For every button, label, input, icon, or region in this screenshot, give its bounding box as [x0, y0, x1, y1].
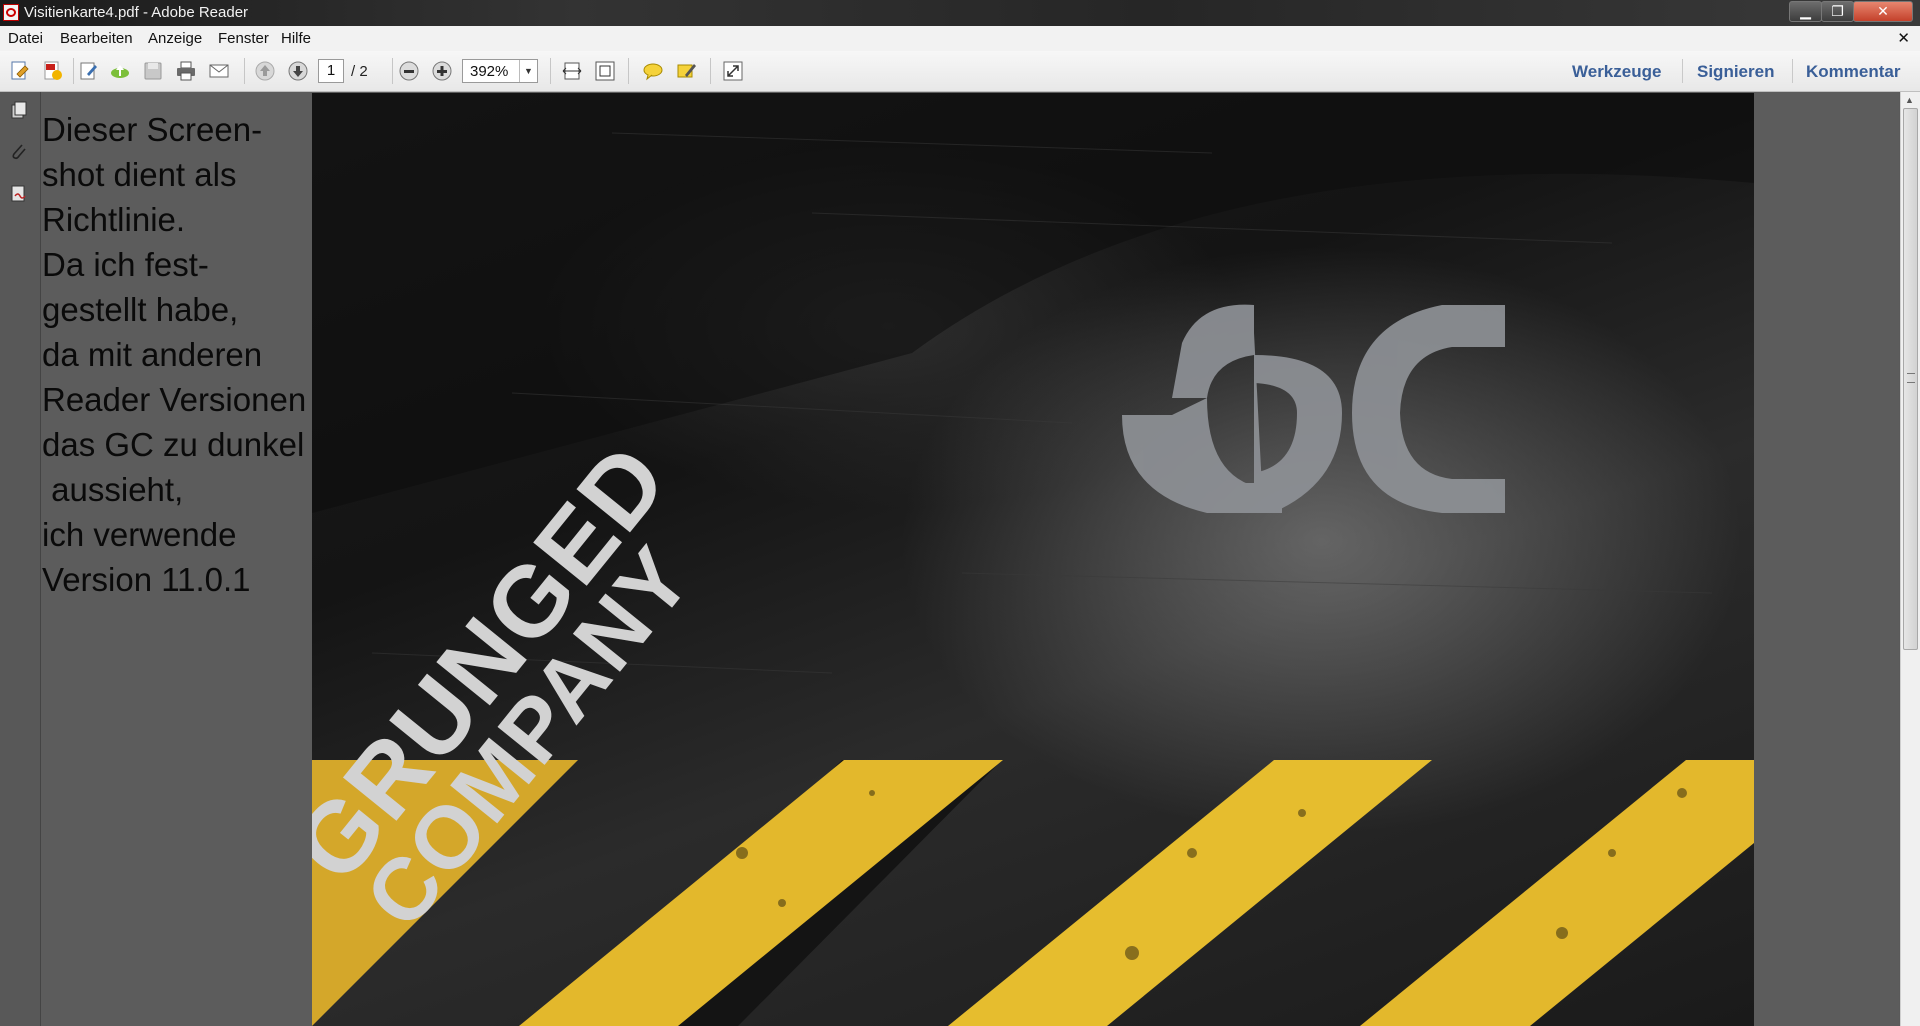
print-icon[interactable] — [175, 60, 197, 82]
note-line: Reader Versionen — [42, 381, 307, 418]
edit-pdf-icon[interactable] — [78, 60, 100, 82]
toolbar-separator — [392, 58, 393, 84]
toolbar-separator — [710, 58, 711, 84]
fit-width-icon[interactable] — [561, 60, 583, 82]
note-line: shot dient als — [42, 156, 237, 193]
create-pdf-icon[interactable] — [9, 60, 31, 82]
email-icon[interactable] — [208, 60, 230, 82]
note-line: Richtlinie. — [42, 201, 186, 238]
scroll-thumb[interactable] — [1903, 108, 1918, 650]
note-line: da mit anderen — [42, 336, 263, 373]
menu-hilfe[interactable]: Hilfe — [281, 30, 311, 47]
menu-bar: Datei Bearbeiten Anzeige Fenster Hilfe ✕ — [0, 26, 1920, 52]
sign-link[interactable]: Signieren — [1697, 62, 1774, 82]
previous-page-icon[interactable] — [254, 60, 276, 82]
toolbar-separator — [73, 58, 74, 84]
note-line: Da ich fest- — [42, 246, 209, 283]
toolbar-separator — [1792, 59, 1793, 83]
vertical-scrollbar[interactable]: ▲ — [1900, 92, 1920, 1026]
close-window-button[interactable]: ✕ — [1853, 1, 1913, 22]
toolbar-separator — [1682, 59, 1683, 83]
menu-datei[interactable]: Datei — [8, 30, 43, 47]
tools-link[interactable]: Werkzeuge — [1572, 62, 1661, 82]
save-icon[interactable] — [142, 60, 164, 82]
hazard-stripe — [948, 760, 1432, 1026]
expand-icon[interactable] — [722, 60, 744, 82]
note-line: aussieht, — [42, 471, 184, 508]
close-document-button[interactable]: ✕ — [1897, 29, 1910, 47]
gc-logo — [1122, 304, 1505, 513]
comment-icon[interactable] — [642, 60, 664, 82]
menu-bearbeiten[interactable]: Bearbeiten — [60, 30, 133, 47]
page-number-input[interactable]: 1 — [318, 59, 344, 83]
toolbar-separator — [550, 58, 551, 84]
scroll-up-icon[interactable]: ▲ — [1905, 95, 1914, 105]
minimize-button[interactable]: ▁ — [1789, 1, 1822, 22]
comment-link[interactable]: Kommentar — [1806, 62, 1900, 82]
navigation-pane — [0, 92, 41, 1026]
window-title: Visitienkarte4.pdf - Adobe Reader — [24, 4, 249, 21]
create-pdf-file-icon[interactable] — [42, 60, 64, 82]
zoom-select[interactable]: 392% ▼ — [462, 59, 538, 83]
toolbar-separator — [244, 58, 245, 84]
zoom-out-icon[interactable] — [398, 60, 420, 82]
hazard-stripe — [1360, 760, 1754, 1026]
note-line: Version 11.0.1 — [42, 561, 251, 598]
adobe-reader-icon — [3, 4, 19, 21]
zoom-value: 392% — [470, 63, 509, 80]
scroll-grip-icon — [1907, 373, 1915, 383]
toolbar-separator — [628, 58, 629, 84]
page-total: / 2 — [351, 63, 368, 80]
menu-anzeige[interactable]: Anzeige — [148, 30, 202, 47]
business-card-artwork: GC GRUNGED COMPANY — [312, 93, 1754, 1026]
maximize-button[interactable]: ❐ — [1821, 1, 1854, 22]
chevron-down-icon[interactable]: ▼ — [519, 60, 537, 82]
toolbar: 1 / 2 392% ▼ Werkzeuge Signieren Komment… — [0, 51, 1920, 92]
guideline-note: Dieser Screen-shot dient als Richtlinie. D… — [42, 107, 314, 602]
attachment-icon[interactable] — [9, 142, 29, 162]
zoom-in-icon[interactable] — [431, 60, 453, 82]
upload-cloud-icon[interactable] — [109, 60, 131, 82]
note-line: gestellt habe, — [42, 291, 239, 328]
title-bar: Visitienkarte4.pdf - Adobe Reader ▁ ❐ ✕ — [0, 0, 1920, 26]
pages-icon[interactable] — [9, 100, 29, 120]
next-page-icon[interactable] — [287, 60, 309, 82]
pdf-page: GC GRUNGED COMPANY — [312, 93, 1754, 1026]
note-line: ich verwende — [42, 516, 237, 553]
note-line: das GC zu dunkel — [42, 426, 305, 463]
fit-page-icon[interactable] — [594, 60, 616, 82]
note-line: Dieser Screen- — [42, 111, 263, 148]
menu-fenster[interactable]: Fenster — [218, 30, 269, 47]
signature-icon[interactable] — [9, 184, 29, 204]
highlight-icon[interactable] — [675, 60, 697, 82]
